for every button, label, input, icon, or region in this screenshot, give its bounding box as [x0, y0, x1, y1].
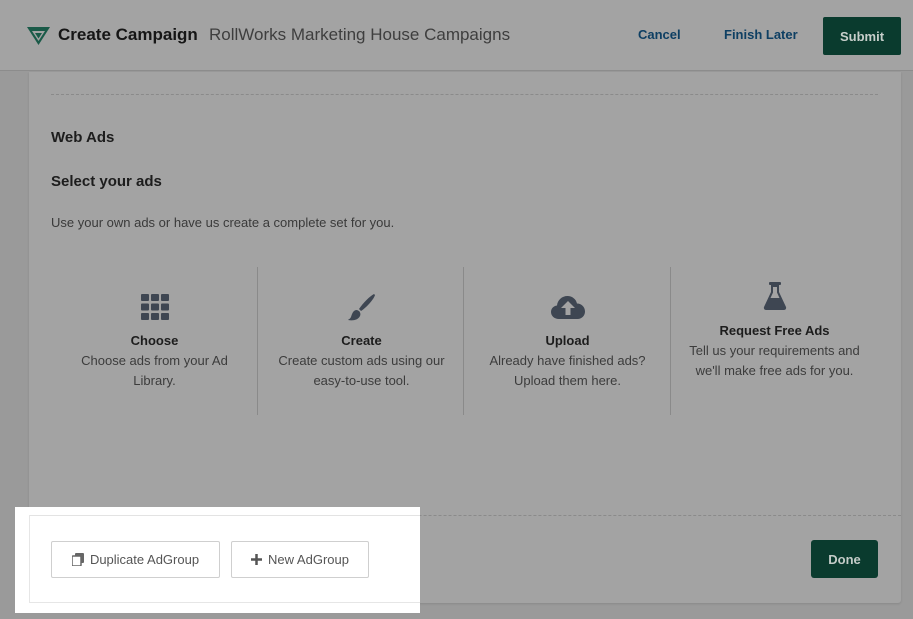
campaign-name: RollWorks Marketing House Campaigns	[209, 25, 511, 44]
option-choose[interactable]: Choose Choose ads from your Ad Library.	[51, 267, 258, 415]
cloud-upload-icon	[464, 295, 671, 319]
plus-icon	[251, 554, 263, 565]
option-request-free-ads[interactable]: Request Free Ads Tell us your requiremen…	[671, 267, 878, 415]
paintbrush-icon	[258, 293, 465, 321]
option-label: Create	[341, 333, 382, 348]
rollworks-logo-icon	[27, 27, 50, 45]
new-adgroup-label: New AdGroup	[268, 552, 349, 567]
page-title: Create Campaign	[58, 25, 198, 44]
top-bar: Create Campaign RollWorks Marketing Hous…	[0, 0, 913, 71]
finish-later-button[interactable]: Finish Later	[724, 27, 798, 42]
divider	[51, 94, 878, 95]
new-adgroup-button[interactable]: New AdGroup	[231, 541, 369, 578]
cancel-button[interactable]: Cancel	[638, 27, 681, 42]
select-ads-description: Use your own ads or have us create a com…	[51, 215, 395, 230]
flask-icon	[671, 282, 878, 310]
option-label: Request Free Ads	[719, 323, 830, 338]
option-text: Already have finished ads? Upload them h…	[489, 353, 646, 388]
done-button[interactable]: Done	[811, 540, 878, 578]
grid-icon	[51, 294, 258, 320]
option-text: Choose ads from your Ad Library.	[81, 353, 228, 388]
copy-icon	[71, 553, 84, 566]
option-label: Upload	[545, 333, 590, 348]
option-text: Tell us your requirements and we'll make…	[689, 343, 860, 378]
option-label: Choose	[130, 333, 179, 348]
duplicate-adgroup-button[interactable]: Duplicate AdGroup	[51, 541, 220, 578]
duplicate-adgroup-label: Duplicate AdGroup	[89, 552, 200, 567]
option-create[interactable]: Create Create custom ads using our easy-…	[258, 267, 465, 415]
section-title: Web Ads	[51, 129, 115, 146]
option-upload[interactable]: Upload Already have finished ads? Upload…	[464, 267, 671, 415]
select-ads-heading: Select your ads	[51, 173, 162, 190]
submit-button[interactable]: Submit	[823, 17, 901, 55]
option-text: Create custom ads using our easy-to-use …	[278, 353, 445, 388]
